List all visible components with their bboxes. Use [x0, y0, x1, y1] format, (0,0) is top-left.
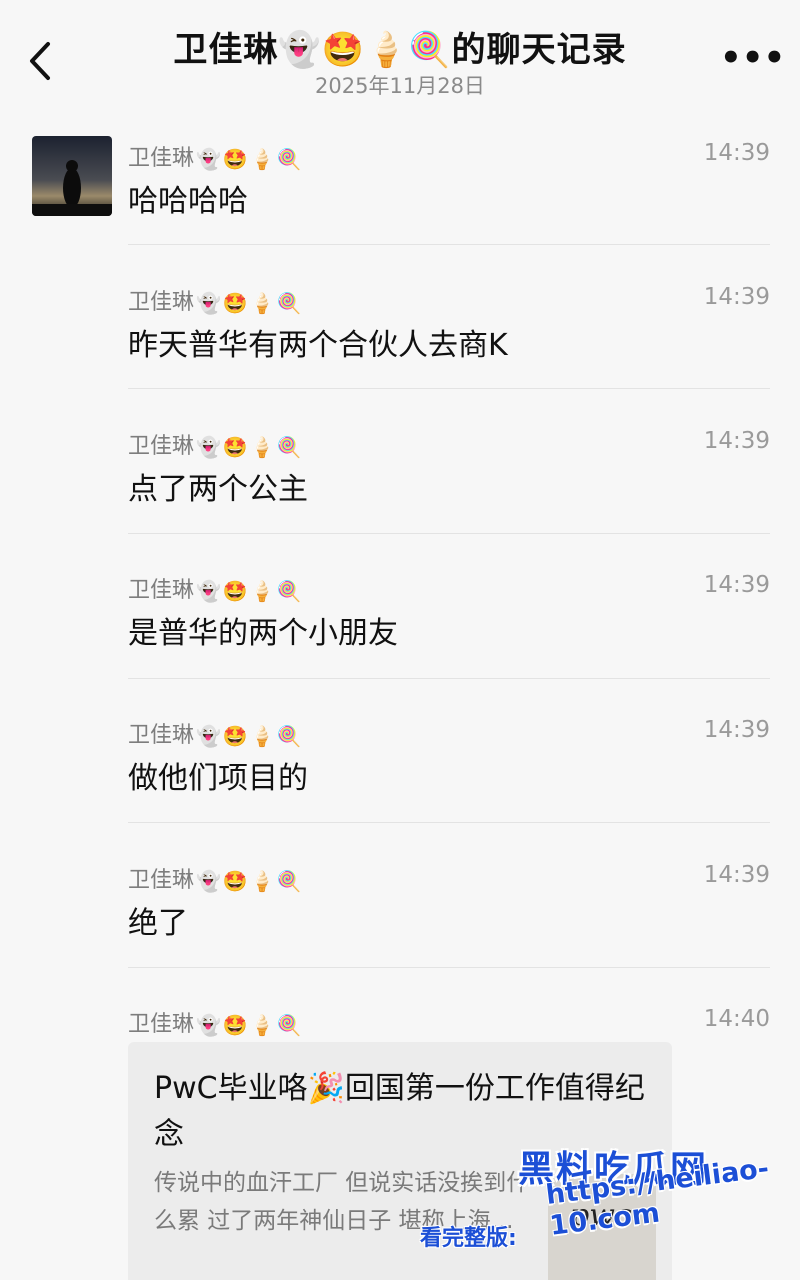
emoji-row: 👻 🤩 🍦 🍭	[196, 579, 304, 604]
ice-cream-icon: 🍦	[249, 434, 275, 459]
message-item[interactable]: 卫佳琳 👻 🤩 🍦 🍭 14:39 绝了	[128, 862, 770, 942]
divider	[128, 967, 770, 968]
message-time: 14:40	[703, 1006, 770, 1032]
avatar[interactable]	[32, 136, 112, 216]
ghost-icon: 👻	[196, 723, 221, 748]
lollipop-icon: 🍭	[276, 434, 302, 459]
message-text: 哈哈哈哈	[128, 184, 248, 219]
ghost-icon: 👻	[196, 434, 221, 459]
emoji-row: 👻 🤩 🍦 🍭	[196, 724, 304, 749]
sender-name: 卫佳琳 👻 🤩 🍦 🍭	[128, 434, 304, 460]
lollipop-icon: 🍭	[276, 723, 302, 748]
header: 卫佳琳👻🤩🍦🍭的聊天记录 2025年11月28日 •••	[0, 0, 800, 110]
divider	[128, 678, 770, 679]
message-text: 点了两个公主	[128, 472, 308, 507]
lollipop-icon: 🍭	[276, 146, 302, 171]
message-item[interactable]: 卫佳琳 👻 🤩 🍦 🍭 14:39 哈哈哈哈	[128, 140, 770, 220]
message-time: 14:39	[703, 717, 770, 743]
lollipop-icon: 🍭	[276, 1012, 302, 1037]
lollipop-icon: 🍭	[276, 868, 302, 893]
sender-name: 卫佳琳 👻 🤩 🍦 🍭	[128, 868, 304, 894]
sender-name: 卫佳琳 👻 🤩 🍦 🍭	[128, 290, 304, 316]
emoji-row: 👻 🤩 🍦 🍭	[196, 1013, 304, 1038]
chat-history-screen: 卫佳琳👻🤩🍦🍭的聊天记录 2025年11月28日 ••• 卫佳琳👻🤩🍦🍭	[0, 0, 800, 1280]
divider	[128, 244, 770, 245]
message-item[interactable]: 卫佳琳 👻 🤩 🍦 🍭 14:39 做他们项目的	[128, 717, 770, 797]
star-struck-icon: 🤩	[222, 723, 248, 748]
ice-cream-icon: 🍦	[249, 723, 275, 748]
sender-name: 卫佳琳 👻 🤩 🍦 🍭	[128, 146, 304, 172]
message-time: 14:39	[703, 140, 770, 166]
ghost-icon: 👻	[196, 290, 221, 315]
star-struck-icon: 🤩	[222, 1012, 248, 1037]
ice-cream-icon: 🍦	[249, 146, 275, 171]
emoji-row: 👻 🤩 🍦 🍭	[196, 869, 304, 894]
message-time: 14:39	[703, 862, 770, 888]
ice-cream-icon: 🍦	[249, 290, 275, 315]
ice-cream-icon: 🍦	[249, 1012, 275, 1037]
message-item[interactable]: 卫佳琳 👻 🤩 🍦 🍭 14:40	[128, 1006, 770, 1042]
chat-date: 2025年11月28日	[315, 74, 485, 98]
message-item[interactable]: 卫佳琳 👻 🤩 🍦 🍭 14:39 昨天普华有两个合伙人去商K	[128, 284, 770, 364]
page-title: 卫佳琳👻🤩🍦🍭的聊天记录	[173, 30, 627, 70]
ghost-icon: 👻	[196, 1012, 221, 1037]
message-text: 是普华的两个小朋友	[128, 616, 398, 651]
sender-name: 卫佳琳 👻 🤩 🍦 🍭	[128, 723, 304, 749]
sender-name: 卫佳琳 👻 🤩 🍦 🍭	[128, 578, 304, 604]
sender-name: 卫佳琳 👻 🤩 🍦 🍭	[128, 1012, 304, 1038]
ghost-icon: 👻	[196, 578, 221, 603]
message-time: 14:39	[703, 428, 770, 454]
divider	[128, 533, 770, 534]
divider	[128, 822, 770, 823]
ghost-icon: 👻	[196, 868, 221, 893]
message-time: 14:39	[703, 572, 770, 598]
message-time: 14:39	[703, 284, 770, 310]
more-button[interactable]: •••	[720, 40, 785, 76]
emoji-row: 👻 🤩 🍦 🍭	[196, 147, 304, 172]
emoji-row: 👻 🤩 🍦 🍭	[196, 435, 304, 460]
lollipop-icon: 🍭	[276, 578, 302, 603]
message-item[interactable]: 卫佳琳 👻 🤩 🍦 🍭 14:39 点了两个公主	[128, 428, 770, 508]
star-struck-icon: 🤩	[222, 146, 248, 171]
watermark-url-label: 看完整版:	[420, 1226, 517, 1251]
lollipop-icon: 🍭	[276, 290, 302, 315]
ice-cream-icon: 🍦	[249, 578, 275, 603]
message-text: 绝了	[128, 906, 188, 941]
message-text: 做他们项目的	[128, 761, 308, 796]
star-struck-icon: 🤩	[222, 578, 248, 603]
ice-cream-icon: 🍦	[249, 868, 275, 893]
star-struck-icon: 🤩	[222, 290, 248, 315]
ghost-icon: 👻	[196, 146, 221, 171]
star-struck-icon: 🤩	[222, 868, 248, 893]
message-item[interactable]: 卫佳琳 👻 🤩 🍦 🍭 14:39 是普华的两个小朋友	[128, 572, 770, 652]
message-text: 昨天普华有两个合伙人去商K	[128, 328, 508, 363]
divider	[128, 388, 770, 389]
star-struck-icon: 🤩	[222, 434, 248, 459]
emoji-row: 👻 🤩 🍦 🍭	[196, 291, 304, 316]
